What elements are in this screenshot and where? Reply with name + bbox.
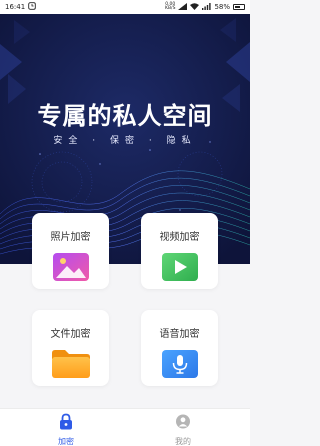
video-encrypt-label: 视频加密: [159, 232, 200, 243]
lock-icon: [58, 413, 74, 434]
status-bar-right: 0.00 KB/S 58%: [165, 2, 245, 12]
voice-encrypt-card[interactable]: 语音加密: [141, 310, 218, 386]
signal-strength-icon: [202, 2, 212, 12]
bottom-navigation: 加密 我的: [0, 408, 250, 446]
user-icon: [175, 413, 191, 434]
sim-signal-icon: [178, 2, 188, 12]
battery-percent: 58%: [214, 3, 230, 11]
file-encrypt-card[interactable]: 文件加密: [32, 310, 109, 386]
microphone-icon: [160, 349, 200, 379]
nav-tab-mine-label: 我的: [175, 437, 191, 446]
clock-icon: [28, 2, 36, 12]
network-speed: 0.00 KB/S: [165, 2, 176, 12]
folder-icon: [51, 349, 91, 379]
nav-tab-encrypt-label: 加密: [58, 437, 74, 446]
status-bar: 16:41 0.00 KB/S 58%: [0, 0, 250, 14]
file-encrypt-label: 文件加密: [50, 329, 91, 340]
battery-icon: [233, 4, 245, 10]
hero-subtitle: 安全 · 保密 · 隐私: [53, 136, 197, 146]
network-speed-unit: KB/S: [165, 6, 176, 11]
hero-title: 专属的私人空间: [37, 102, 213, 130]
image-icon: [51, 252, 91, 282]
nav-tab-encrypt[interactable]: 加密: [46, 413, 86, 446]
photo-encrypt-label: 照片加密: [50, 232, 91, 243]
voice-encrypt-label: 语音加密: [159, 329, 200, 340]
status-bar-left: 16:41: [5, 2, 36, 12]
play-icon: [160, 252, 200, 282]
wifi-icon: [190, 2, 200, 12]
status-time: 16:41: [5, 3, 26, 11]
video-encrypt-card[interactable]: 视频加密: [141, 213, 218, 289]
nav-tab-mine[interactable]: 我的: [163, 413, 203, 446]
photo-encrypt-card[interactable]: 照片加密: [32, 213, 109, 289]
